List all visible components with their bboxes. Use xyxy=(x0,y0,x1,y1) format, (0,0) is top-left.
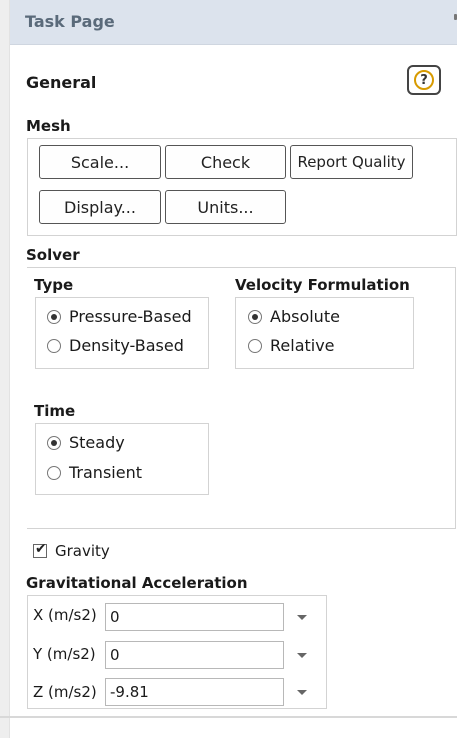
absolute-option[interactable]: Absolute xyxy=(248,307,340,326)
pressure-based-label: Pressure-Based xyxy=(69,307,192,326)
y-field-label: Y (m/s2) xyxy=(33,645,96,663)
report-quality-button[interactable]: Report Quality xyxy=(290,145,413,179)
relative-label: Relative xyxy=(270,336,335,355)
chevron-down-icon[interactable] xyxy=(297,615,307,620)
absolute-label: Absolute xyxy=(270,307,340,326)
gravity-checkbox[interactable]: ✔ xyxy=(33,541,47,558)
relative-option[interactable]: Relative xyxy=(248,336,335,355)
radio-button[interactable] xyxy=(248,338,262,353)
transient-option[interactable]: Transient xyxy=(47,463,142,482)
solver-title: Solver xyxy=(26,246,80,264)
chevron-down-icon[interactable] xyxy=(297,690,307,695)
steady-label: Steady xyxy=(69,433,125,452)
units-button[interactable]: Units... xyxy=(165,190,286,224)
transient-label: Transient xyxy=(69,463,142,482)
check-button[interactable]: Check xyxy=(165,145,286,179)
density-based-label: Density-Based xyxy=(69,336,184,355)
radio-button-selected[interactable] xyxy=(248,309,262,324)
gravity-checkbox-row[interactable]: ✔ Gravity xyxy=(33,542,110,560)
display-button[interactable]: Display... xyxy=(39,190,161,224)
bottom-border xyxy=(0,716,457,718)
gravity-label: Gravity xyxy=(55,542,110,560)
type-title: Type xyxy=(34,276,74,294)
radio-button[interactable] xyxy=(47,338,61,353)
chevron-down-icon[interactable] xyxy=(297,653,307,658)
general-title: General xyxy=(26,73,97,92)
radio-button-selected[interactable] xyxy=(47,435,61,450)
time-title: Time xyxy=(34,402,76,420)
radio-button-selected[interactable] xyxy=(47,309,61,324)
left-margin xyxy=(0,0,9,738)
task-page-header: Task Page xyxy=(10,0,457,45)
task-page-title: Task Page xyxy=(25,12,115,31)
y-acceleration-input[interactable]: 0 xyxy=(105,641,284,669)
gravitational-acceleration-title: Gravitational Acceleration xyxy=(26,574,248,592)
x-acceleration-input[interactable]: 0 xyxy=(105,603,284,631)
left-divider xyxy=(9,0,10,738)
help-button[interactable]: ? xyxy=(407,65,441,95)
steady-option[interactable]: Steady xyxy=(47,433,125,452)
density-based-option[interactable]: Density-Based xyxy=(47,336,184,355)
help-icon-symbol: ? xyxy=(420,72,428,88)
scale-button[interactable]: Scale... xyxy=(39,145,161,179)
checkmark-icon: ✔ xyxy=(35,541,47,557)
x-field-label: X (m/s2) xyxy=(33,606,97,624)
mesh-title: Mesh xyxy=(26,117,71,135)
radio-button[interactable] xyxy=(47,465,61,480)
velocity-formulation-title: Velocity Formulation xyxy=(235,276,410,294)
help-icon: ? xyxy=(414,70,434,90)
z-field-label: Z (m/s2) xyxy=(33,683,97,701)
pressure-based-option[interactable]: Pressure-Based xyxy=(47,307,192,326)
z-acceleration-input[interactable]: -9.81 xyxy=(105,678,284,706)
